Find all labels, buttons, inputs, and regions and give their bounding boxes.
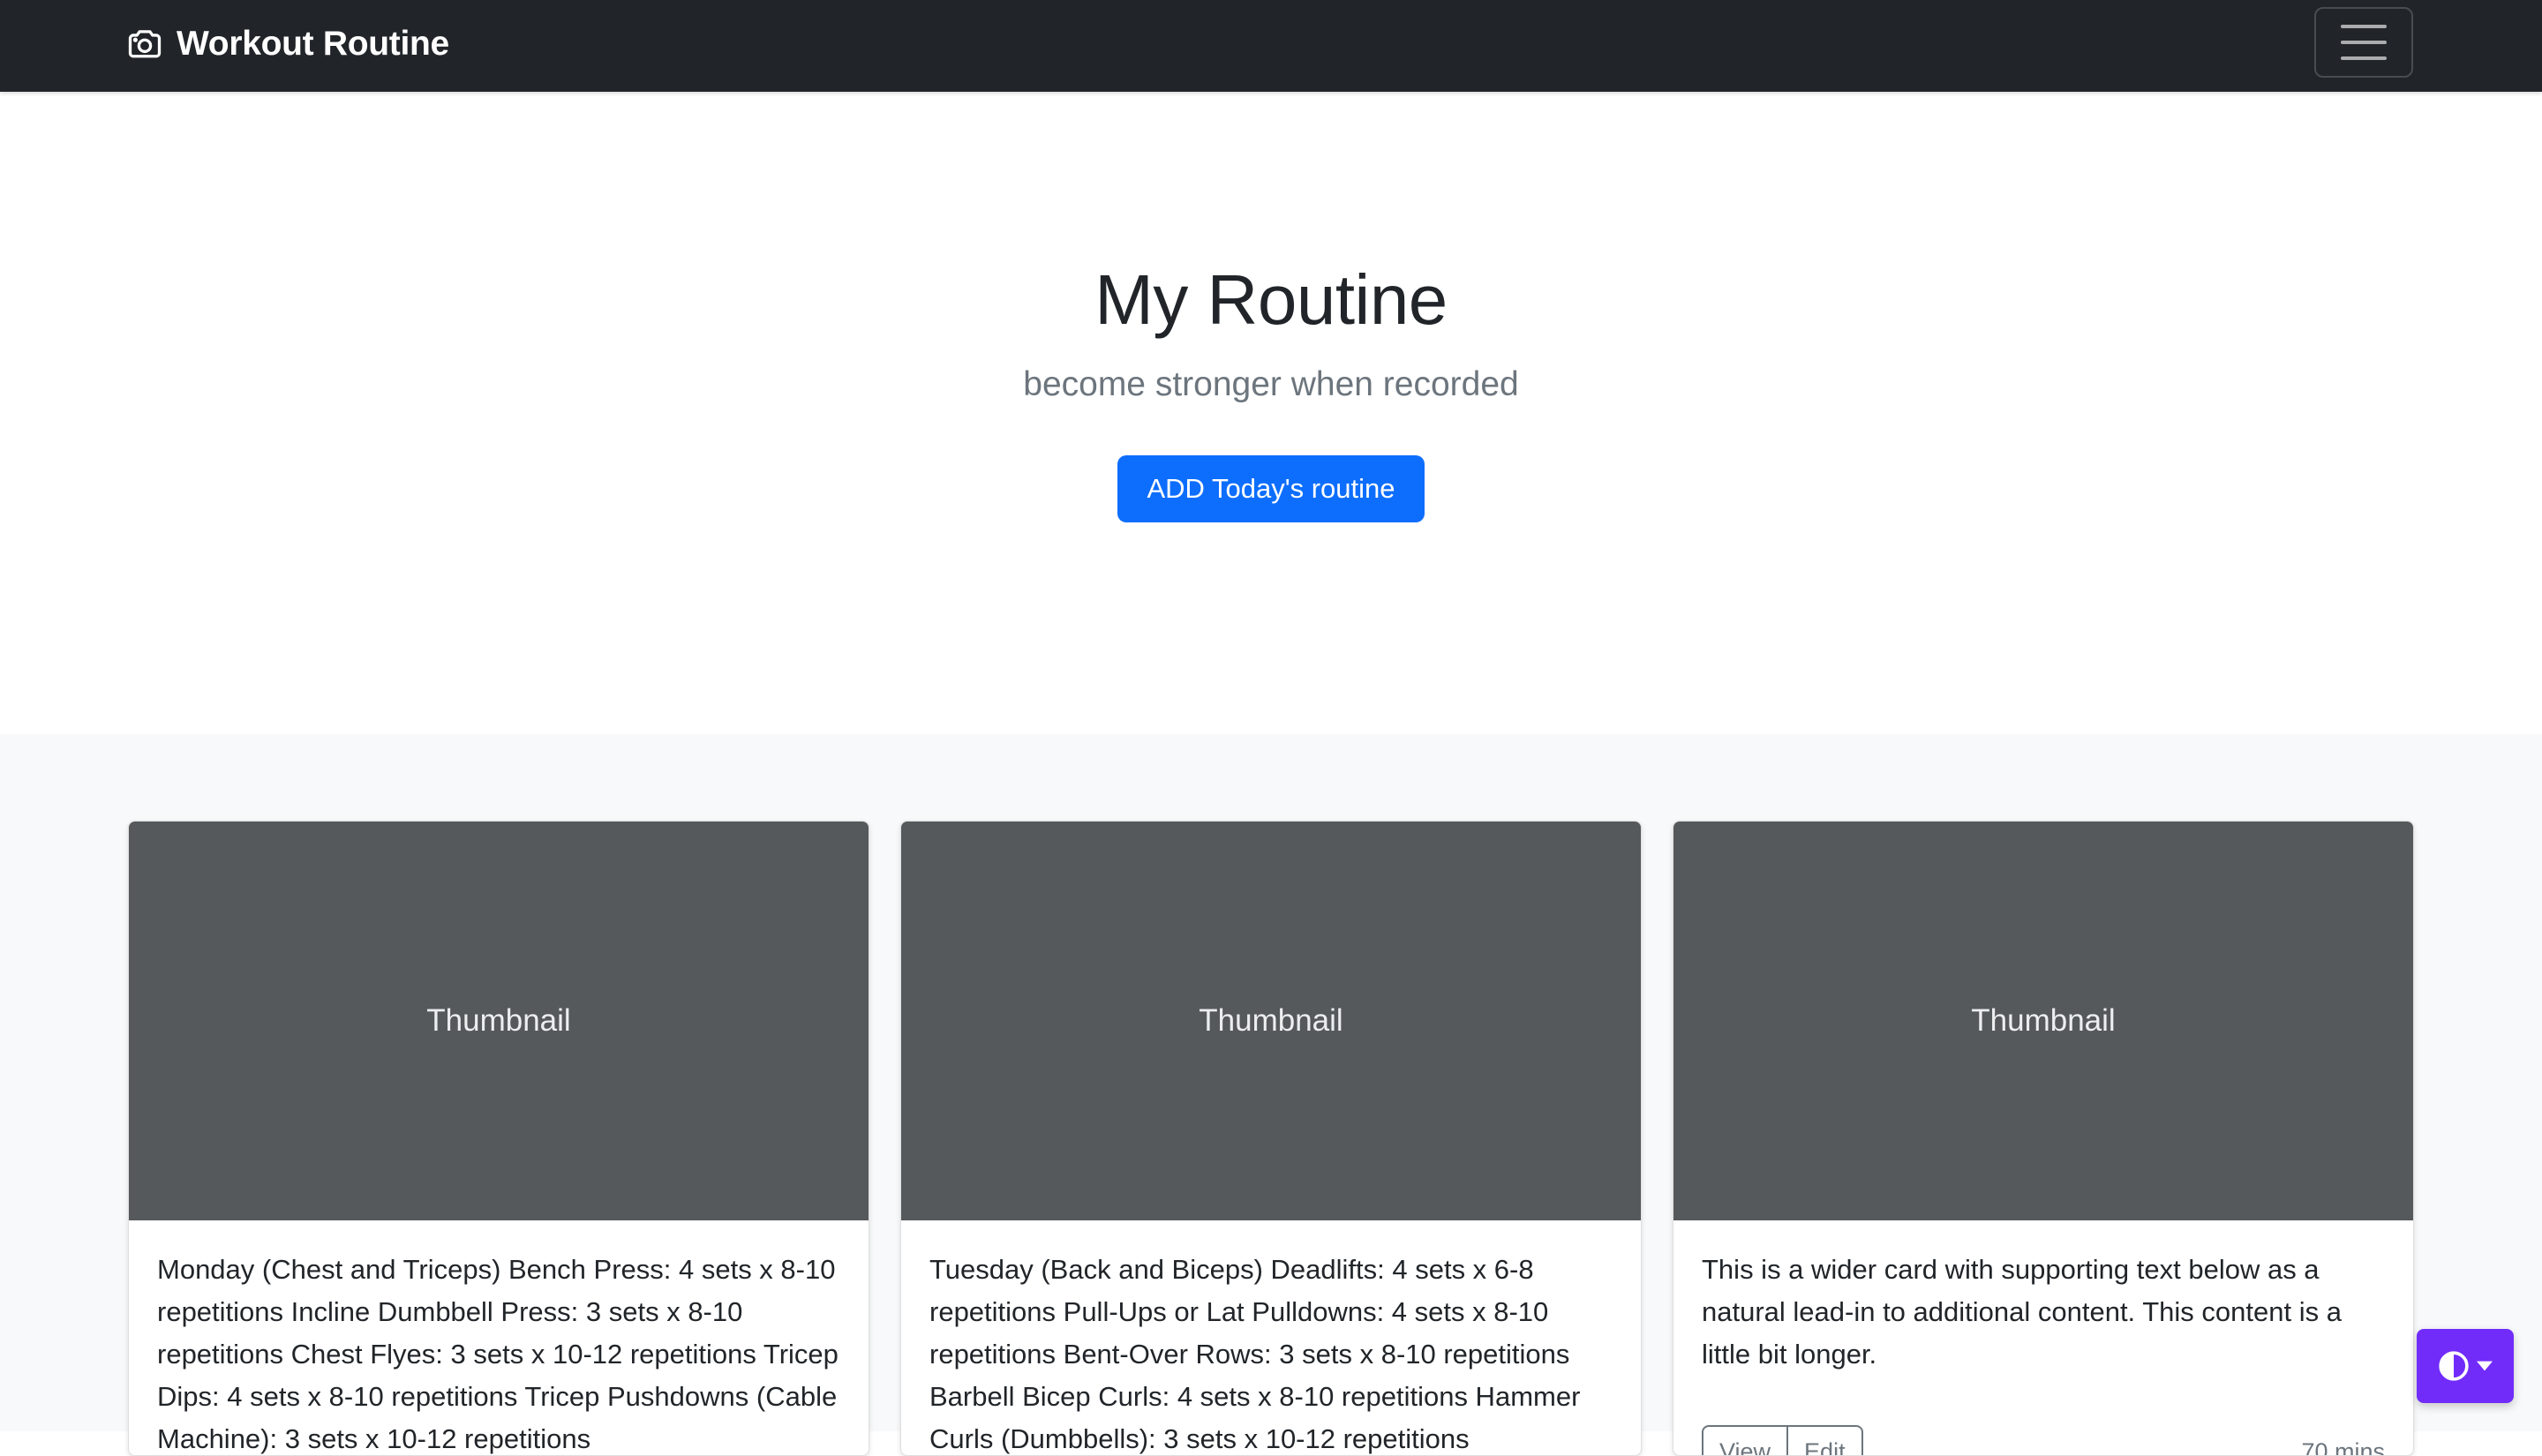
card-thumbnail: Thumbnail: [129, 822, 869, 1220]
card-body: This is a wider card with supporting tex…: [1673, 1220, 2413, 1456]
hero-section: My Routine become stronger when recorded…: [0, 92, 2542, 734]
card-thumbnail: Thumbnail: [1673, 822, 2413, 1220]
thumbnail-label: Thumbnail: [1971, 1003, 2115, 1039]
camera-icon: [125, 25, 164, 64]
caret-down-icon: [2477, 1361, 2493, 1371]
brand-link[interactable]: Workout Routine: [125, 0, 449, 88]
card-thumbnail: Thumbnail: [901, 822, 1641, 1220]
contrast-icon: [2438, 1350, 2470, 1382]
routine-card: Thumbnail This is a wider card with supp…: [1673, 821, 2414, 1456]
hamburger-menu-icon: [2341, 25, 2387, 60]
edit-button[interactable]: Edit: [1788, 1425, 1863, 1456]
brand-title: Workout Routine: [177, 25, 449, 64]
hero-lead-text: become stronger when recorded: [0, 365, 2542, 404]
card-text: Monday (Chest and Triceps) Bench Press: …: [157, 1249, 840, 1456]
card-text: Tuesday (Back and Biceps) Deadlifts: 4 s…: [929, 1249, 1613, 1456]
routine-card: Thumbnail Monday (Chest and Triceps) Ben…: [128, 821, 869, 1456]
theme-toggle-button[interactable]: [2417, 1329, 2514, 1403]
view-button[interactable]: View: [1702, 1425, 1788, 1456]
navbar-toggler-button[interactable]: [2314, 7, 2413, 78]
card-button-group: View Edit: [1702, 1425, 1863, 1456]
card-body: Tuesday (Back and Biceps) Deadlifts: 4 s…: [901, 1220, 1641, 1456]
thumbnail-label: Thumbnail: [426, 1003, 570, 1039]
album-section: Thumbnail Monday (Chest and Triceps) Ben…: [0, 734, 2542, 1431]
page-title: My Routine: [0, 259, 2542, 341]
thumbnail-label: Thumbnail: [1199, 1003, 1342, 1039]
card-actions: View Edit 70 mins: [1702, 1425, 2385, 1456]
navbar: Workout Routine: [0, 0, 2542, 92]
duration-label: 70 mins: [2301, 1438, 2385, 1456]
add-routine-button[interactable]: ADD Today's routine: [1117, 455, 1425, 522]
card-body: Monday (Chest and Triceps) Bench Press: …: [129, 1220, 869, 1456]
card-text: This is a wider card with supporting tex…: [1702, 1249, 2385, 1376]
routine-card: Thumbnail Tuesday (Back and Biceps) Dead…: [900, 821, 1642, 1456]
